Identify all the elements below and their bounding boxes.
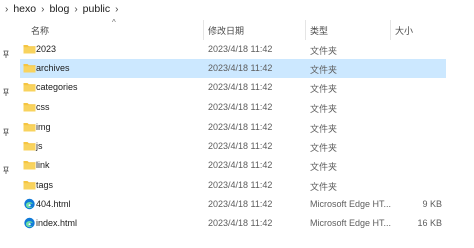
folder-icon — [23, 159, 36, 171]
file-modified-date: 2023/4/18 11:42 — [208, 199, 273, 209]
column-divider[interactable] — [203, 20, 204, 40]
breadcrumb-separator[interactable]: › — [38, 4, 47, 15]
file-size: 16 KB — [417, 218, 442, 228]
file-type: 文件夹 — [310, 46, 338, 56]
file-type: 文件夹 — [310, 182, 338, 192]
file-name: tags — [36, 180, 54, 190]
breadcrumb-item-blog[interactable]: blog — [47, 3, 71, 15]
file-modified-date: 2023/4/18 11:42 — [208, 102, 273, 112]
file-type: 文件夹 — [310, 84, 338, 94]
file-row[interactable]: 404.html 2023/4/18 11:42 Microsoft Edge HT… — [20, 195, 446, 214]
file-type: 文件夹 — [310, 104, 338, 114]
file-name: link — [36, 160, 50, 170]
file-name: css — [36, 102, 50, 112]
file-row[interactable]: css 2023/4/18 11:42 文件夹 — [20, 98, 446, 117]
file-row[interactable]: index.html 2023/4/18 11:42 Microsoft Edge … — [20, 214, 446, 233]
pin-icon[interactable] — [2, 128, 10, 136]
column-header-date[interactable]: 修改日期 — [208, 24, 244, 37]
folder-icon — [23, 140, 36, 152]
file-modified-date: 2023/4/18 11:42 — [208, 122, 273, 132]
file-modified-date: 2023/4/18 11:42 — [208, 141, 273, 151]
pin-icon[interactable] — [2, 88, 10, 96]
file-name: 404.html — [36, 199, 71, 209]
file-explorer-window: › hexo › blog › public › ^ 名称 修改日期 类型 大小… — [0, 0, 474, 248]
file-row[interactable]: js 2023/4/18 11:42 文件夹 — [20, 137, 446, 156]
file-modified-date: 2023/4/18 11:42 — [208, 82, 273, 92]
file-type: 文件夹 — [310, 124, 338, 134]
pin-icon[interactable] — [2, 166, 10, 174]
sort-ascending-icon: ^ — [112, 18, 116, 27]
file-modified-date: 2023/4/18 11:42 — [208, 63, 273, 73]
file-type: 文件夹 — [310, 65, 338, 75]
column-header-type[interactable]: 类型 — [310, 24, 328, 37]
column-header-name[interactable]: 名称 — [31, 24, 49, 37]
breadcrumb-separator[interactable]: › — [71, 4, 80, 15]
breadcrumb: › hexo › blog › public › — [2, 2, 121, 16]
file-modified-date: 2023/4/18 11:42 — [208, 218, 273, 228]
file-name: 2023 — [36, 44, 57, 54]
file-row[interactable]: 2023 2023/4/18 11:42 文件夹 — [20, 40, 446, 59]
file-row[interactable]: img 2023/4/18 11:42 文件夹 — [20, 118, 446, 137]
folder-icon — [23, 81, 36, 93]
file-name: index.html — [36, 218, 78, 228]
file-type: 文件夹 — [310, 162, 338, 172]
file-name: img — [36, 122, 51, 132]
file-name: categories — [36, 82, 78, 92]
file-row[interactable]: tags 2023/4/18 11:42 文件夹 — [20, 176, 446, 195]
breadcrumb-separator[interactable]: › — [112, 4, 121, 15]
file-type: Microsoft Edge HT... — [310, 199, 392, 209]
file-name: js — [36, 141, 43, 151]
file-modified-date: 2023/4/18 11:42 — [208, 180, 273, 190]
file-size: 9 KB — [422, 199, 442, 209]
column-header-row: ^ 名称 修改日期 类型 大小 — [0, 18, 474, 40]
folder-icon — [23, 62, 36, 74]
pin-icon[interactable] — [2, 50, 10, 58]
breadcrumb-separator: › — [5, 3, 9, 15]
column-divider[interactable] — [390, 20, 391, 40]
file-row[interactable]: archives 2023/4/18 11:42 文件夹 — [20, 59, 446, 78]
folder-icon — [23, 101, 36, 113]
file-modified-date: 2023/4/18 11:42 — [208, 160, 273, 170]
file-row[interactable]: categories 2023/4/18 11:42 文件夹 — [20, 78, 446, 97]
column-header-size[interactable]: 大小 — [395, 24, 413, 37]
edge-html-icon — [23, 198, 36, 210]
folder-icon — [23, 179, 36, 191]
column-divider[interactable] — [305, 20, 306, 40]
folder-icon — [23, 43, 36, 55]
vertical-scrollbar[interactable] — [470, 40, 474, 248]
breadcrumb-item-hexo[interactable]: hexo — [11, 3, 38, 15]
file-modified-date: 2023/4/18 11:42 — [208, 44, 273, 54]
file-type: 文件夹 — [310, 143, 338, 153]
file-row[interactable]: link 2023/4/18 11:42 文件夹 — [20, 156, 446, 175]
file-name: archives — [36, 63, 70, 73]
folder-icon — [23, 121, 36, 133]
breadcrumb-item-public[interactable]: public — [81, 3, 112, 15]
file-type: Microsoft Edge HT... — [310, 218, 392, 228]
edge-html-icon — [23, 217, 36, 229]
